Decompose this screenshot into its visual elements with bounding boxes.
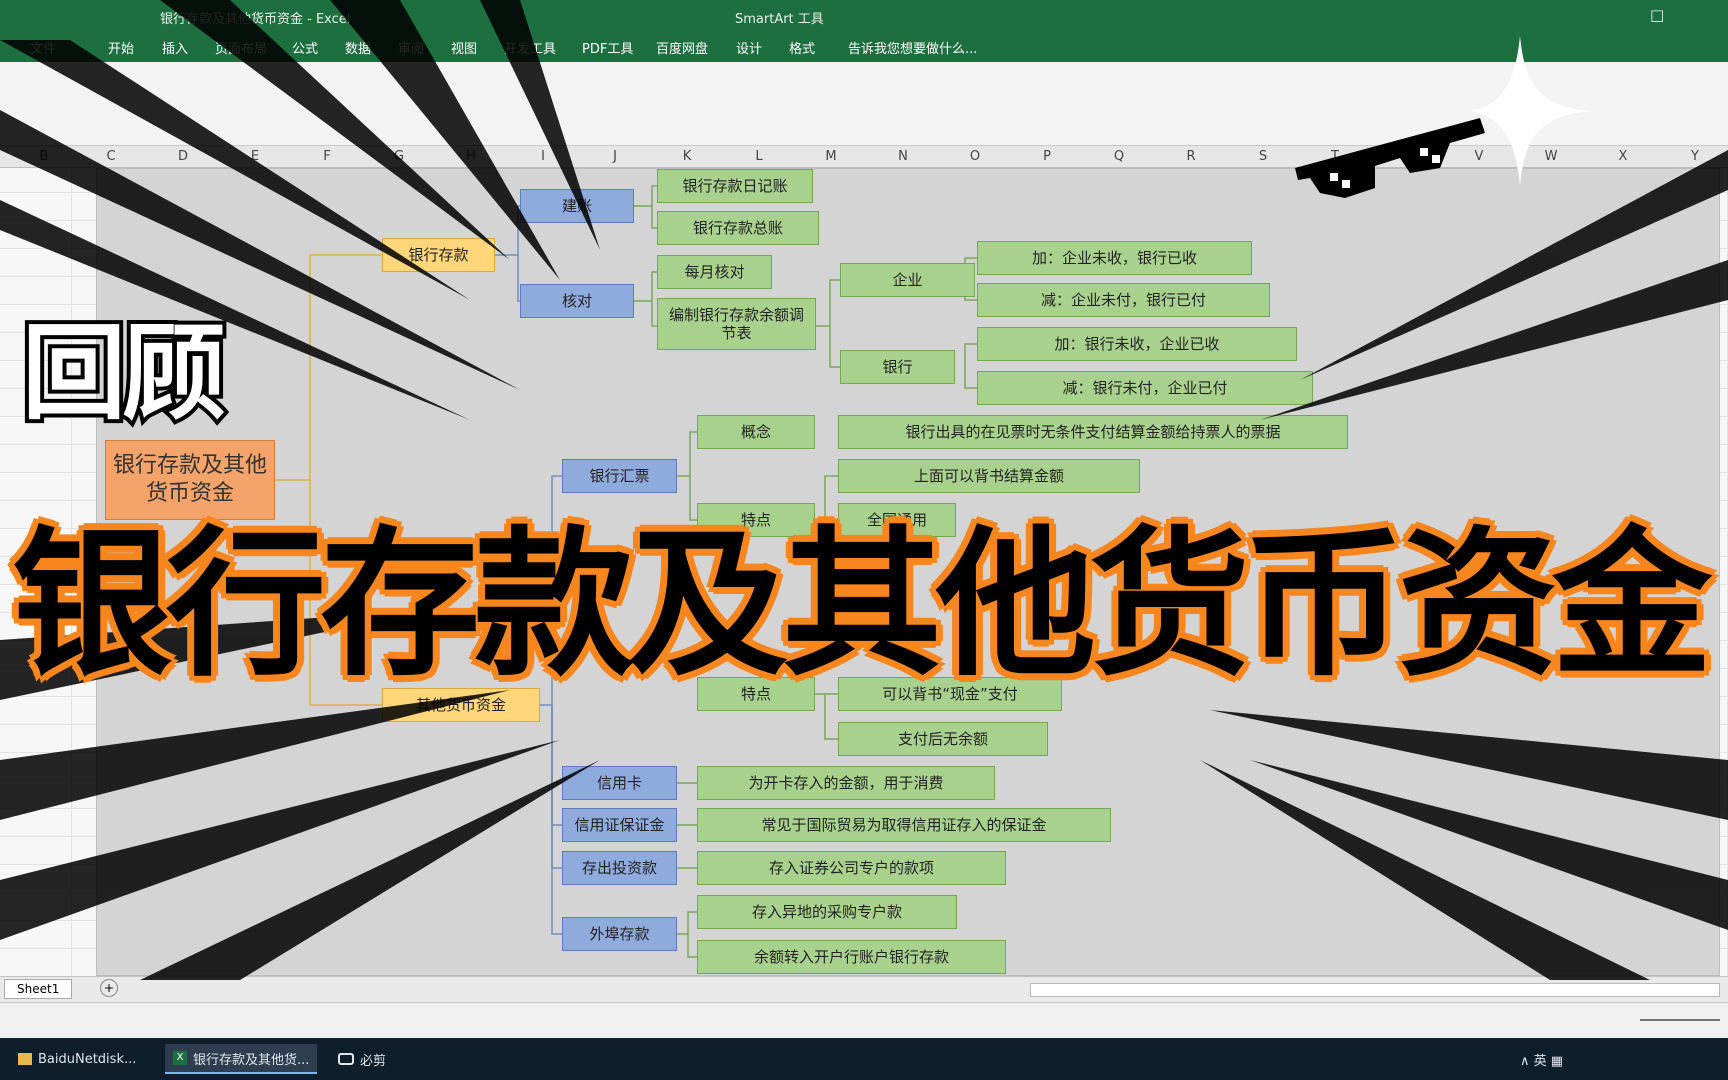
pixel-sunglasses-icon [1295, 118, 1485, 198]
sparkle-icon [1470, 36, 1590, 186]
review-caption: 回顾 [18, 312, 230, 434]
main-caption: 银行存款及其他货币资金 [12, 511, 1712, 698]
